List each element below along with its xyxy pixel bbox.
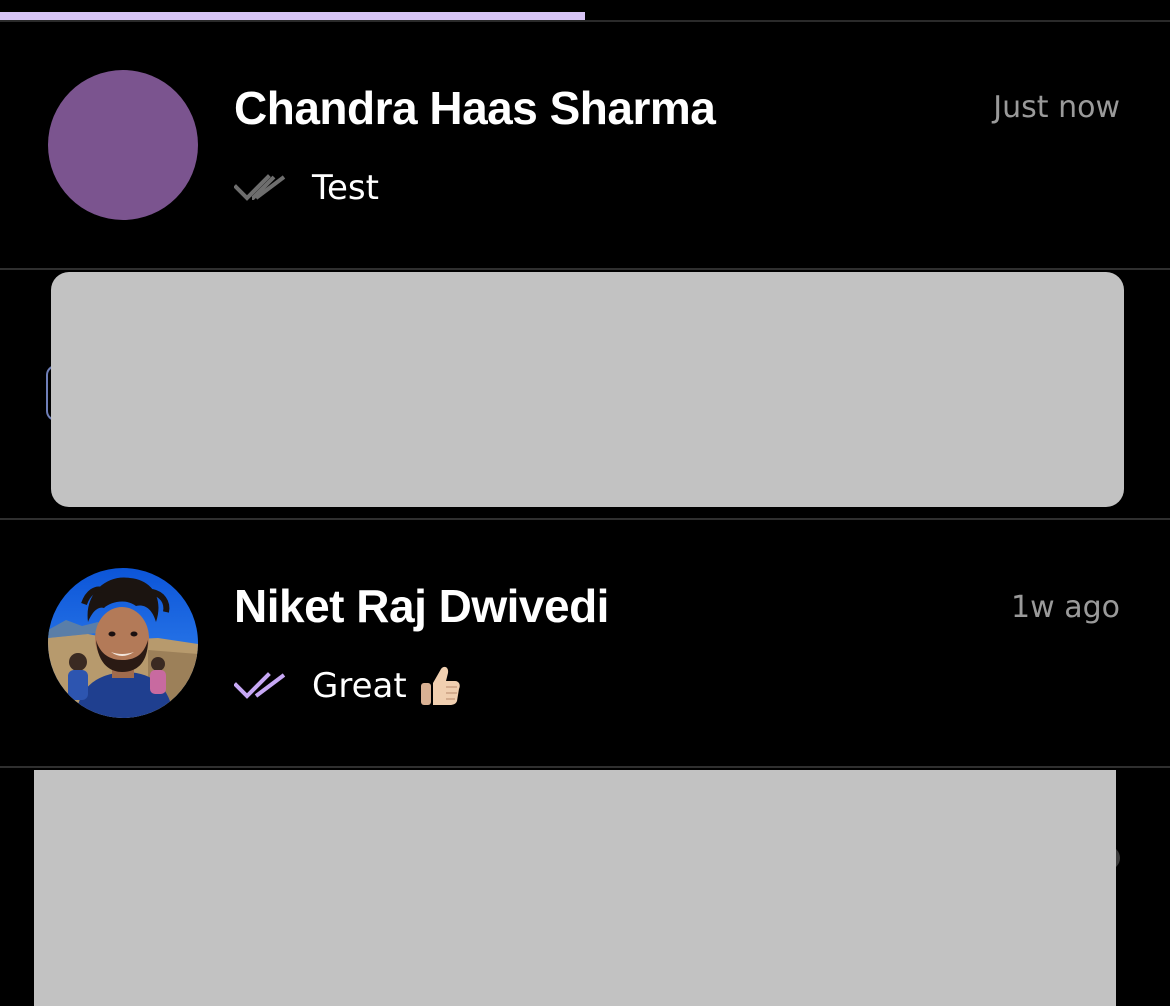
last-message-preview: Great bbox=[234, 664, 461, 708]
double-check-icon bbox=[234, 174, 286, 201]
progress-bar-fill bbox=[0, 12, 585, 20]
contact-name: Niket Raj Dwivedi bbox=[234, 580, 609, 632]
contact-name: Chandra Haas Sharma bbox=[234, 82, 716, 134]
message-timestamp: 1w ago bbox=[1011, 590, 1120, 625]
avatar-photo bbox=[48, 568, 198, 718]
redacted-block bbox=[51, 272, 1124, 507]
message-timestamp: Just now bbox=[993, 90, 1120, 125]
double-check-icon bbox=[234, 672, 286, 699]
redacted-block bbox=[34, 770, 1116, 1006]
chat-list-item-chandra[interactable]: Chandra Haas Sharma Just now Test bbox=[0, 22, 1170, 268]
avatar[interactable] bbox=[48, 568, 198, 718]
progress-bar bbox=[0, 12, 1170, 22]
thumbs-up-icon bbox=[420, 666, 460, 705]
avatar[interactable] bbox=[48, 70, 198, 220]
last-message-preview: Test bbox=[234, 166, 379, 210]
last-message-text: Great bbox=[312, 666, 407, 706]
chat-list-item-niket[interactable]: Niket Raj Dwivedi 1w ago Great bbox=[0, 520, 1170, 766]
last-message-text: Test bbox=[312, 168, 379, 208]
